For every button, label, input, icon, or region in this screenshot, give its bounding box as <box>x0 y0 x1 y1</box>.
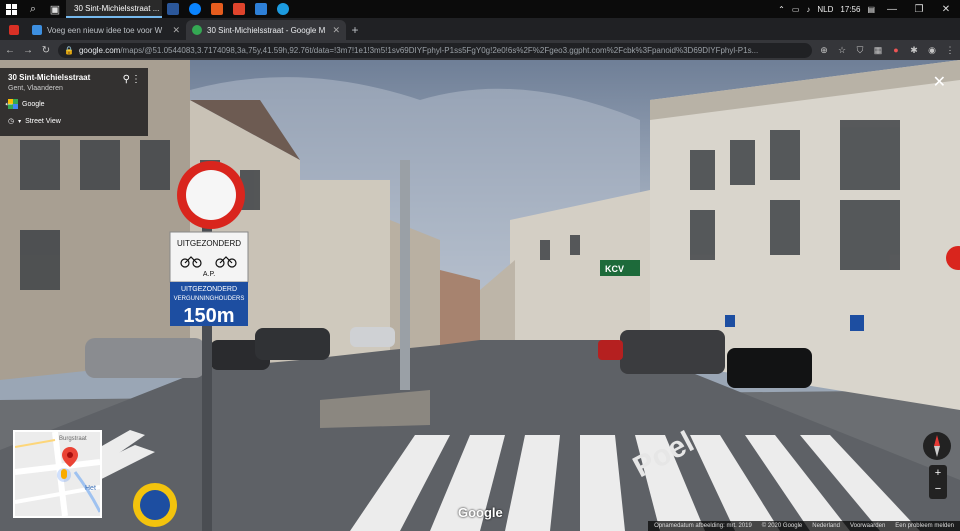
back-to-map-icon[interactable]: ← <box>3 95 15 109</box>
report-problem-link[interactable]: Een probleem melden <box>895 523 954 529</box>
word-icon[interactable] <box>167 3 179 15</box>
tab-google-maps[interactable]: 30 Sint-Michielsstraat - Google M ✕ <box>186 20 346 40</box>
volume-icon[interactable]: ♪ <box>806 5 810 14</box>
clock-icon: ◷ <box>8 118 15 125</box>
start-windows-icon[interactable] <box>0 0 22 18</box>
tab-title: Voeg een nieuw idee toe voor W <box>47 25 163 35</box>
close-tab-icon[interactable]: ✕ <box>332 25 340 36</box>
street-view-mode-button[interactable]: ◷ ▾ Street View <box>8 117 140 126</box>
minimize-icon[interactable]: — <box>882 4 902 15</box>
tab-gmail[interactable] <box>4 20 26 40</box>
sign-bike-caption: A.P. <box>203 271 215 278</box>
extension-grid-icon[interactable]: ▦ <box>872 45 884 56</box>
sign-except-top: UITGEZONDERD <box>177 239 241 248</box>
windows-taskbar: ⌕ ▣ 30 Sint-Michielsstraat ... ⌃ ▭ ♪ NLD… <box>0 0 960 18</box>
app-icon-s[interactable] <box>233 3 245 15</box>
extensions-puzzle-icon[interactable]: ✱ <box>908 45 920 56</box>
chevron-up-icon[interactable]: ⌃ <box>778 5 785 14</box>
gmail-icon <box>9 25 19 35</box>
browser-toolbar: ← → ↻ 🔒 google.com/maps/@51.0544083,3.71… <box>0 40 960 60</box>
store-icon[interactable]: ▣ <box>44 0 66 18</box>
taskbar-app-label: 30 Sint-Michielsstraat ... <box>74 3 160 13</box>
provider-row: Google <box>8 99 140 109</box>
lock-icon: 🔒 <box>64 45 74 55</box>
browser-tab-strip: Voeg een nieuw idee toe voor W ✕ 30 Sint… <box>0 18 960 40</box>
region-link[interactable]: Nederland <box>812 523 840 529</box>
edge-icon[interactable] <box>277 3 289 15</box>
minimap-label-2: Het <box>85 485 96 492</box>
extension-red-icon[interactable]: ● <box>890 45 902 55</box>
url-host: google.com <box>78 45 121 55</box>
maps-favicon <box>192 25 202 35</box>
copyright: © 2020 Google <box>761 523 803 529</box>
extension-shield-icon[interactable]: ⛉ <box>854 45 866 56</box>
zoom-out-button[interactable]: − <box>929 481 947 497</box>
profile-avatar[interactable]: ◉ <box>926 45 938 56</box>
bookmark-star-icon[interactable]: ☆ <box>836 45 848 56</box>
kcv-sign-text: KCV <box>605 264 624 274</box>
map-pin-icon[interactable]: ⚲ <box>123 74 130 85</box>
back-icon[interactable]: ← <box>4 45 16 56</box>
menu-more-icon[interactable]: ⋮ <box>944 45 956 56</box>
close-tab-icon[interactable]: ✕ <box>172 25 180 36</box>
messenger-icon[interactable] <box>189 3 201 15</box>
close-street-view-icon[interactable]: ✕ <box>933 72 946 92</box>
tab-idea[interactable]: Voeg een nieuw idee toe voor W ✕ <box>26 20 186 40</box>
provider-label: Google <box>22 100 45 108</box>
network-icon[interactable]: ▭ <box>792 5 800 14</box>
sign-except-bottom-1: UITGEZONDERD <box>181 286 237 293</box>
more-options-icon[interactable]: ⋮ <box>131 74 141 85</box>
system-tray: ⌃ ▭ ♪ NLD 17:56 ▤ — ❐ ✕ <box>778 4 960 15</box>
location-info-card: 30 Sint-Michielsstraat Gent, Vlaanderen … <box>0 68 148 136</box>
compass-icon[interactable] <box>923 432 951 460</box>
tray-language[interactable]: NLD <box>817 5 833 14</box>
sign-distance: 150m <box>183 305 234 327</box>
mode-label: Street View <box>25 117 61 125</box>
street-view-footer: Opnamedatum afbeelding: mrt. 2019 © 2020… <box>648 521 960 531</box>
terms-link[interactable]: Voorwaarden <box>850 523 885 529</box>
city-label: Gent, Vlaanderen <box>8 85 63 92</box>
notification-icon[interactable]: ▤ <box>867 5 875 14</box>
install-icon[interactable]: ⊕ <box>818 45 830 56</box>
street-view-viewport[interactable]: Poel KCV UITGEZONDERD A.P. UITGEZONDERD … <box>0 60 960 531</box>
chevron-down-icon: ▾ <box>18 118 22 125</box>
address-bar[interactable]: 🔒 google.com/maps/@51.0544083,3.7174098,… <box>58 42 812 58</box>
app-icon-blue[interactable] <box>255 3 267 15</box>
pegman-icon <box>61 469 67 479</box>
restore-icon[interactable]: ❐ <box>909 4 929 15</box>
minimap[interactable]: Burgstraat Het <box>13 430 102 518</box>
tray-clock[interactable]: 17:56 <box>840 5 860 14</box>
reload-icon[interactable]: ↻ <box>40 45 52 56</box>
tab-favicon <box>32 25 42 35</box>
close-window-icon[interactable]: ✕ <box>936 4 956 15</box>
tab-title: 30 Sint-Michielsstraat - Google M <box>207 25 326 35</box>
minimap-street-label: Burgstraat <box>59 436 87 442</box>
new-tab-button[interactable]: + <box>346 20 364 40</box>
sign-except-bottom-2: VERGUNNINGHOUDERS <box>174 296 245 302</box>
app-icon-orange[interactable] <box>211 3 223 15</box>
address-title[interactable]: 30 Sint-Michielsstraat <box>8 73 140 82</box>
search-icon[interactable]: ⌕ <box>22 0 44 18</box>
forward-icon[interactable]: → <box>22 45 34 56</box>
taskbar-app-chrome[interactable]: 30 Sint-Michielsstraat ... <box>66 0 162 18</box>
zoom-control: + − <box>929 465 947 499</box>
capture-date: Opnamedatum afbeelding: mrt. 2019 <box>654 523 752 529</box>
url-path: /maps/@51.0544083,3.7174098,3a,75y,41.59… <box>120 45 759 55</box>
zoom-in-button[interactable]: + <box>929 465 947 481</box>
google-watermark: Google <box>458 505 503 520</box>
